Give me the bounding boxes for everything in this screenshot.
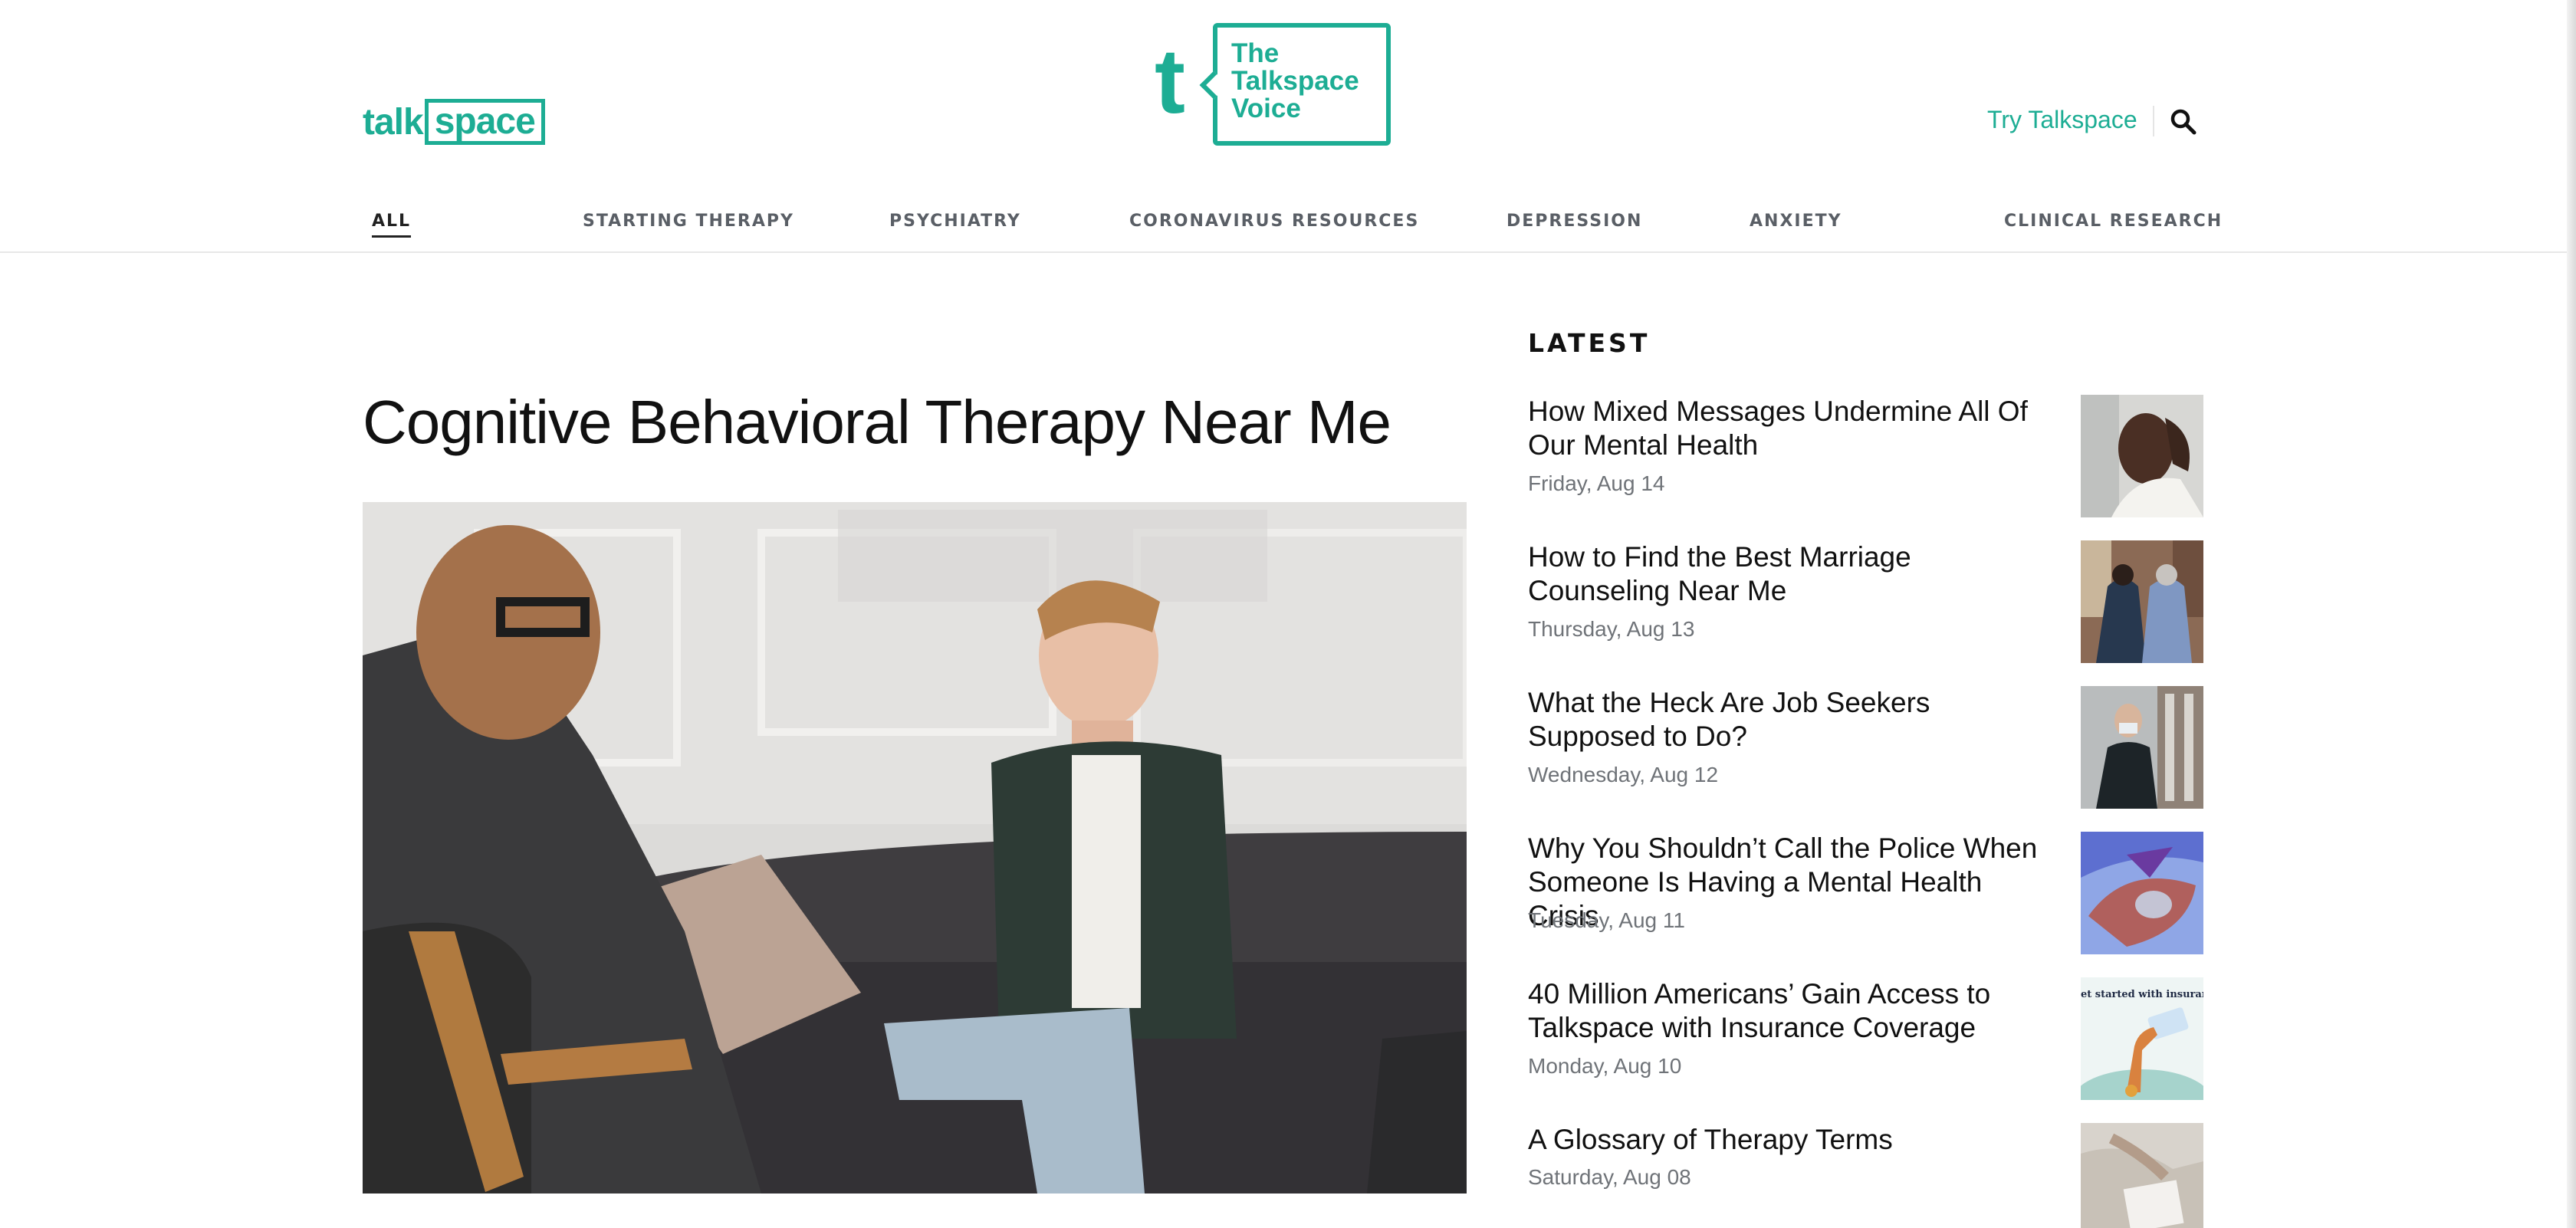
latest-item[interactable]: What the Heck Are Job Seekers Supposed t… [1528,686,2203,810]
hero-image[interactable] [363,502,1467,1194]
latest-item-title[interactable]: How Mixed Messages Undermine All Of Our … [1528,395,2057,462]
voice-logo-line1: The [1231,38,1280,68]
page-scrollbar[interactable] [2567,0,2576,1228]
header-divider [2153,106,2154,136]
latest-item-thumbnail[interactable] [2081,1123,2203,1228]
voice-logo-line3: Voice [1231,94,1301,123]
nav-item-clinical-research[interactable]: CLINICAL RESEARCH [2004,212,2223,231]
article-title[interactable]: Cognitive Behavioral Therapy Near Me [363,387,1392,458]
latest-heading: LATEST [1528,328,1651,358]
insurance-thumb-text: et started with insuranc [2081,989,2203,1000]
latest-item-date: Saturday, Aug 08 [1528,1165,1691,1189]
latest-item-date: Monday, Aug 10 [1528,1054,1682,1078]
latest-item[interactable]: How Mixed Messages Undermine All Of Our … [1528,395,2203,519]
latest-item[interactable]: A Glossary of Therapy Terms Saturday, Au… [1528,1123,2203,1228]
masked-man-photo [2081,686,2203,809]
logo-space-text: space [424,99,545,145]
insurance-illustration: et started with insuranc [2081,977,2203,1100]
latest-item-thumbnail[interactable] [2081,395,2203,517]
notebook-writing-photo [2081,1123,2203,1228]
category-nav: ALL STARTING THERAPY PSYCHIATRY CORONAVI… [0,199,2567,253]
nav-item-psychiatry[interactable]: PSYCHIATRY [889,212,1021,231]
nav-item-anxiety[interactable]: ANXIETY [1750,212,1842,231]
search-icon[interactable] [2170,108,2197,136]
voice-logo-letter: t [1155,30,1185,133]
latest-item[interactable]: Why You Shouldn’t Call the Police When S… [1528,832,2203,956]
latest-item-thumbnail[interactable] [2081,540,2203,663]
try-talkspace-link[interactable]: Try Talkspace [1987,106,2137,134]
latest-item-date: Tuesday, Aug 11 [1528,908,1685,932]
nav-item-all[interactable]: ALL [372,212,412,238]
voice-logo-line2: Talkspace [1231,66,1359,96]
latest-item[interactable]: 40 Million Americans’ Gain Access to Tal… [1528,977,2203,1102]
latest-item-thumbnail[interactable] [2081,686,2203,809]
nav-item-starting-therapy[interactable]: STARTING THERAPY [583,212,794,231]
latest-item-title[interactable]: What the Heck Are Job Seekers Supposed t… [1528,686,2057,754]
latest-item-title[interactable]: A Glossary of Therapy Terms [1528,1123,2057,1157]
latest-item-thumbnail[interactable] [2081,832,2203,954]
voice-logo-text: The Talkspace Voice [1231,40,1359,123]
latest-item-date: Friday, Aug 14 [1528,471,1665,495]
therapy-session-illustration [363,502,1467,1194]
latest-item-date: Wednesday, Aug 12 [1528,763,1719,786]
talkspace-voice-logo[interactable]: t The Talkspace Voice [1155,21,1392,147]
nav-item-depression[interactable]: DEPRESSION [1506,212,1642,231]
stressed-person-photo [2081,395,2203,517]
nav-item-coronavirus-resources[interactable]: CORONAVIRUS RESOURCES [1129,212,1419,231]
latest-item-title[interactable]: How to Find the Best Marriage Counseling… [1528,540,2057,608]
talkspace-logo[interactable]: talk space [363,98,545,146]
latest-item[interactable]: How to Find the Best Marriage Counseling… [1528,540,2203,665]
logo-talk-text: talk [363,101,424,143]
latest-item-title[interactable]: 40 Million Americans’ Gain Access to Tal… [1528,977,2057,1045]
abstract-illustration [2081,832,2203,954]
couple-street-photo [2081,540,2203,663]
latest-item-thumbnail[interactable]: et started with insuranc [2081,977,2203,1100]
latest-item-date: Thursday, Aug 13 [1528,617,1695,641]
